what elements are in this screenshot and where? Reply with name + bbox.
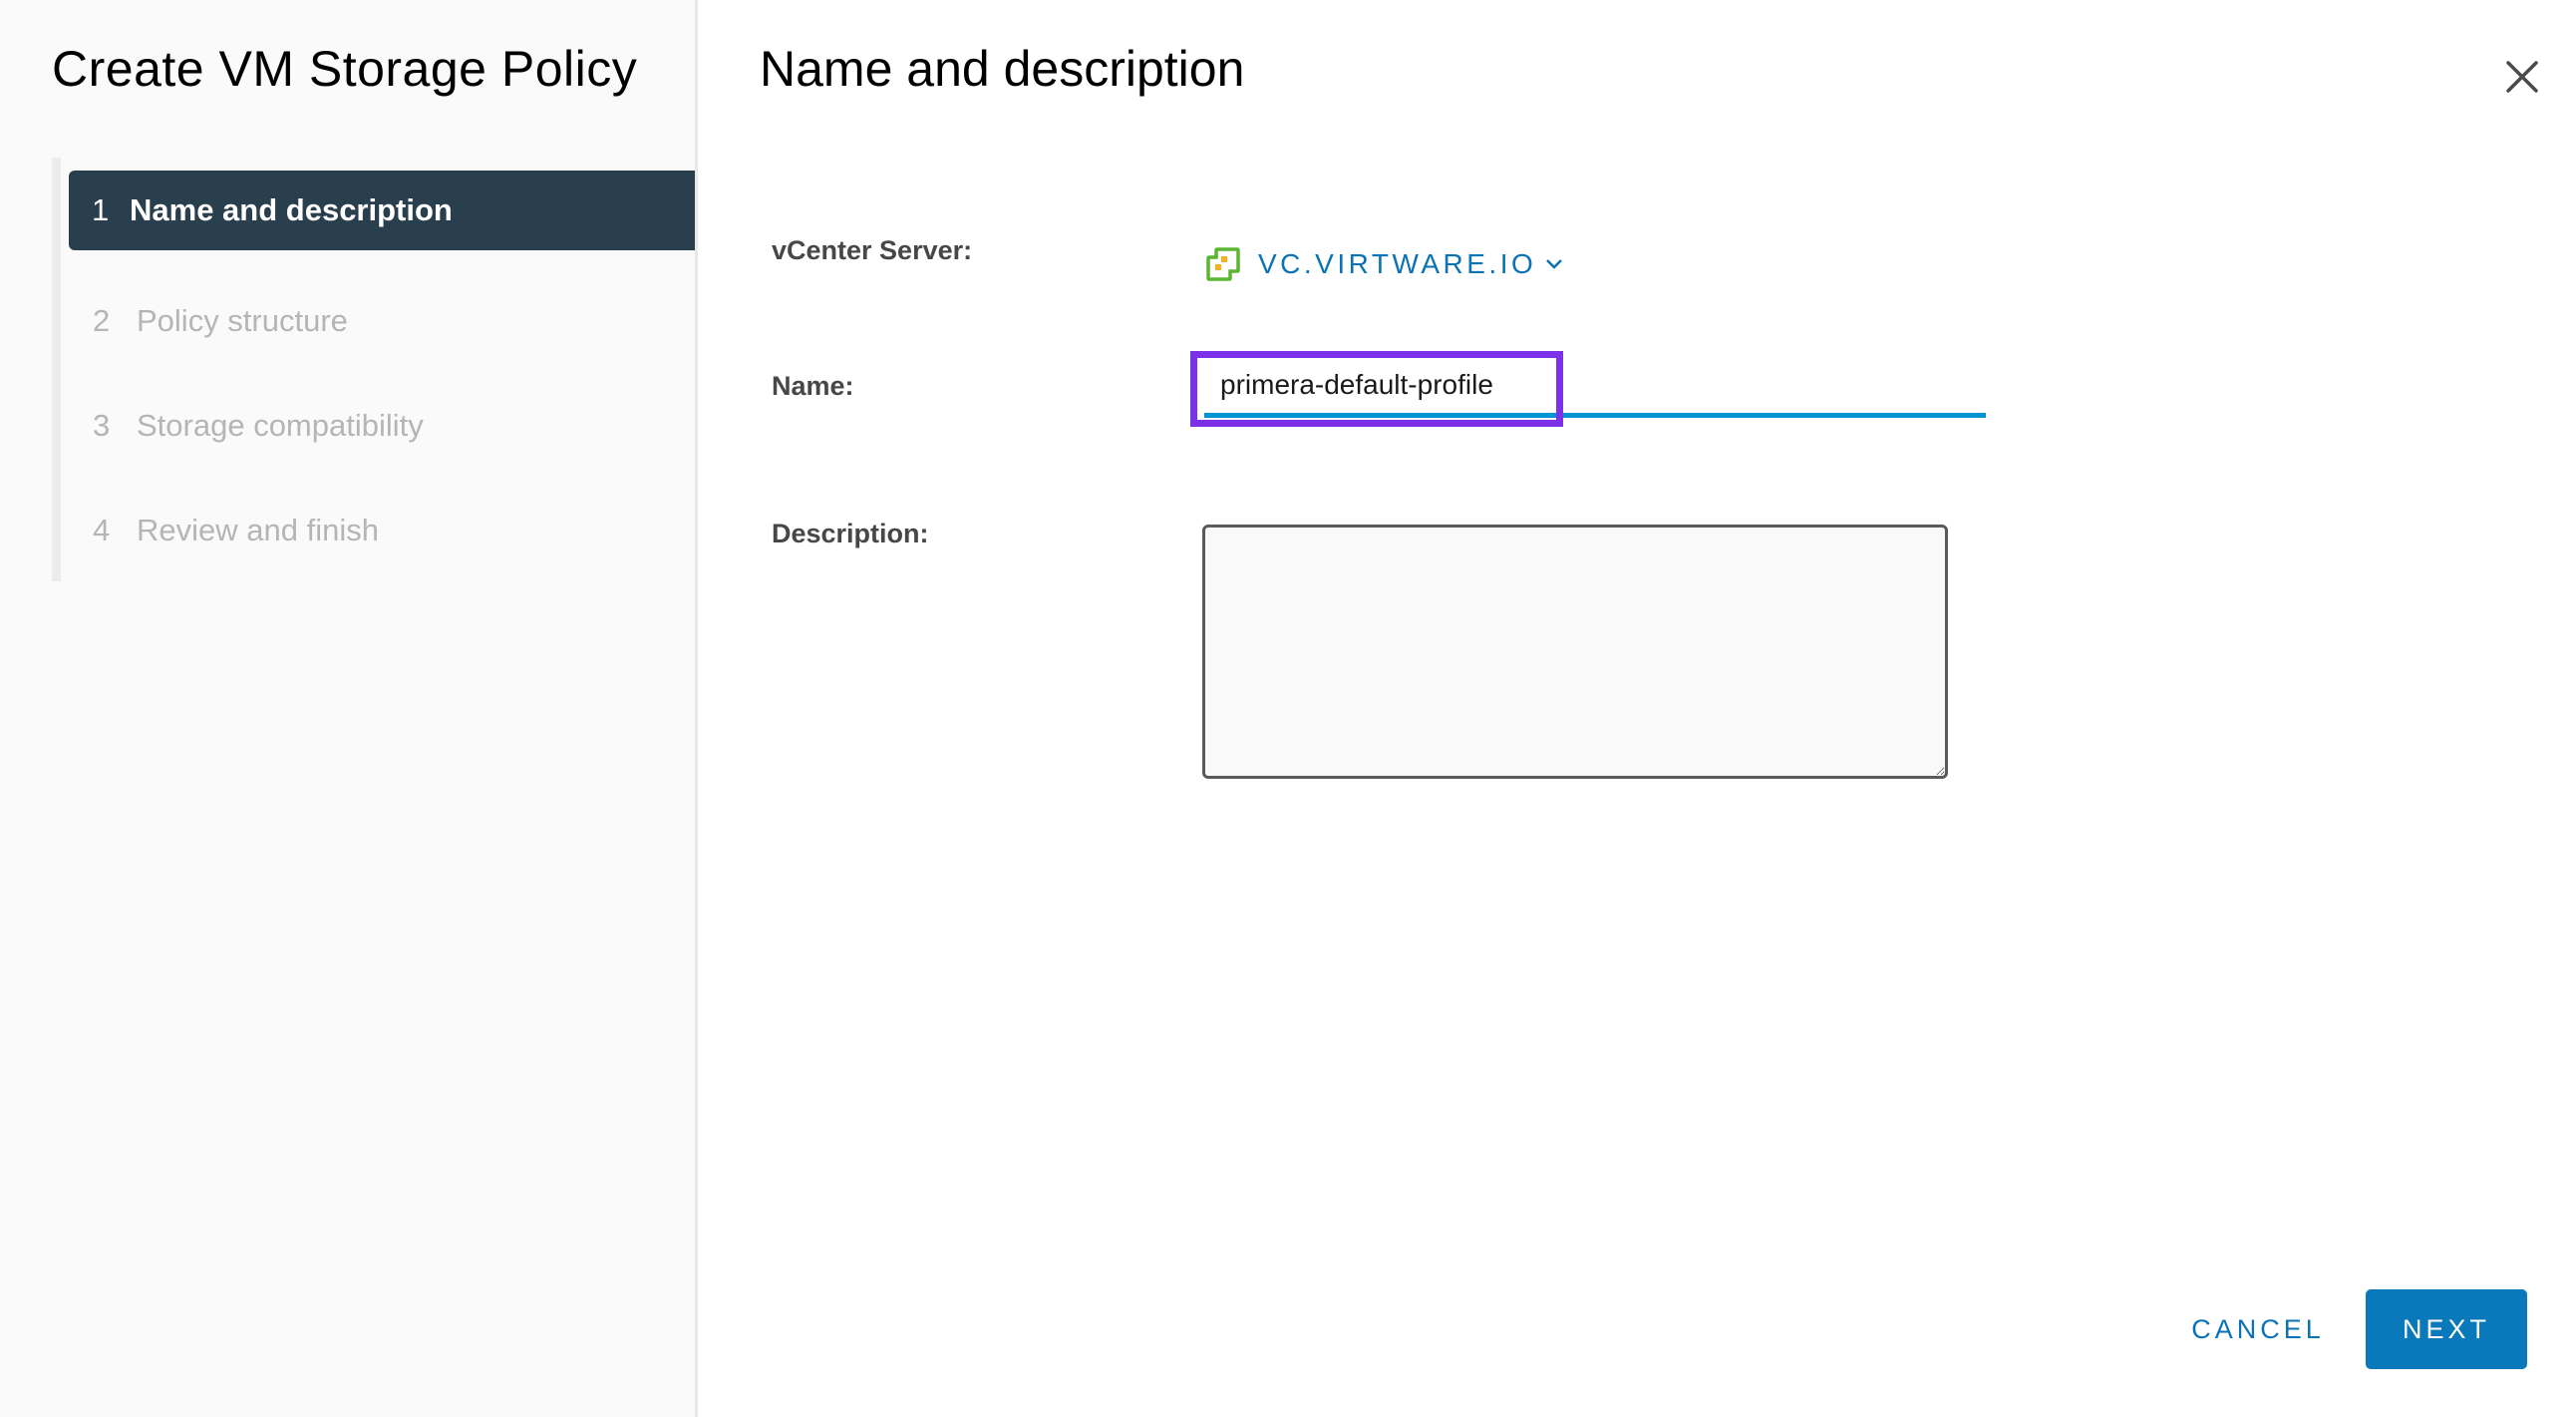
page-title: Name and description xyxy=(760,41,1245,97)
step-rail xyxy=(52,158,61,581)
step-number: 1 xyxy=(92,192,110,227)
step-label: Review and finish xyxy=(137,513,379,547)
chevron-down-icon xyxy=(1546,259,1563,269)
step-number: 2 xyxy=(93,303,111,338)
wizard-title: Create VM Storage Policy xyxy=(52,41,638,97)
close-button[interactable] xyxy=(2497,52,2547,102)
description-label: Description: xyxy=(772,519,929,548)
close-icon xyxy=(2506,61,2538,93)
step-name-and-description[interactable]: 1 Name and description xyxy=(69,171,695,250)
vcenter-selector[interactable]: VC.VIRTWARE.IO xyxy=(1206,247,1564,281)
name-label: Name: xyxy=(772,371,854,401)
description-textarea[interactable] xyxy=(1202,525,1948,779)
step-policy-structure[interactable]: 2 Policy structure xyxy=(69,281,695,361)
step-label: Policy structure xyxy=(137,303,348,338)
vcenter-name: VC.VIRTWARE.IO xyxy=(1258,248,1537,279)
step-number: 3 xyxy=(93,408,111,443)
step-label: Storage compatibility xyxy=(137,408,424,443)
step-storage-compatibility[interactable]: 3 Storage compatibility xyxy=(69,386,695,466)
step-review-and-finish[interactable]: 4 Review and finish xyxy=(69,491,695,570)
vcenter-icon xyxy=(1206,247,1240,281)
vcenter-label: vCenter Server: xyxy=(772,235,973,265)
wizard-sidebar: Create VM Storage Policy 1 Name and desc… xyxy=(0,0,698,1417)
name-input[interactable] xyxy=(1204,357,1986,418)
step-label: Name and description xyxy=(130,192,453,227)
next-button[interactable]: NEXT xyxy=(2366,1289,2527,1369)
cancel-button[interactable]: CANCEL xyxy=(2173,1289,2343,1369)
name-field-wrapper xyxy=(1204,357,1986,419)
step-number: 4 xyxy=(93,513,111,547)
